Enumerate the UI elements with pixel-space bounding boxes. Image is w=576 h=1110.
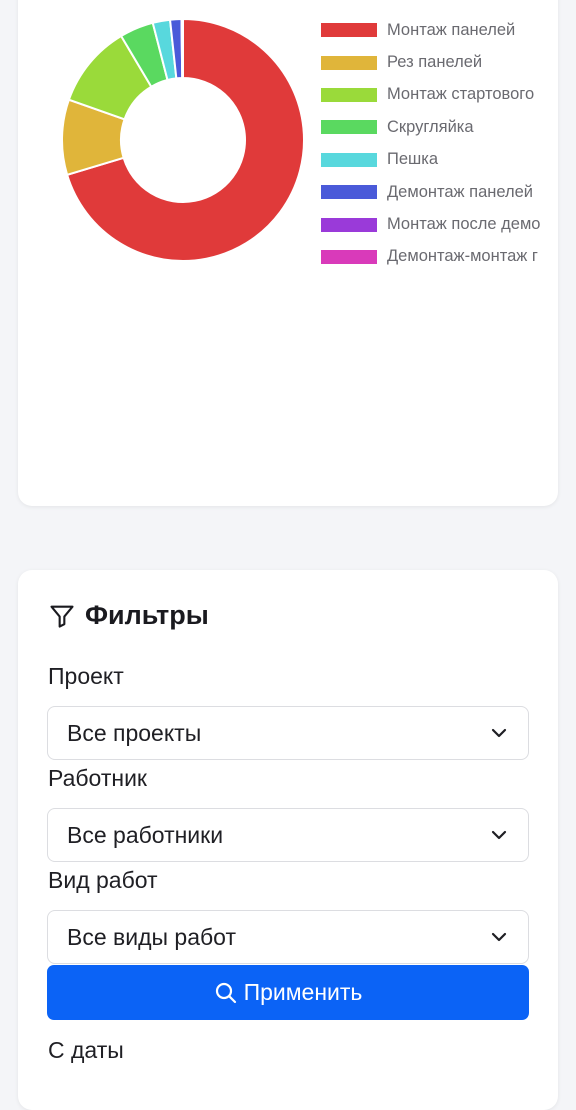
legend-label: Скругляйка	[387, 117, 474, 136]
date-from-label: С даты	[48, 1037, 124, 1063]
legend-label: Пешка	[387, 150, 439, 169]
legend-item-montazh-paneley[interactable]: Монтаж панелей	[321, 14, 551, 46]
legend-swatch	[321, 23, 377, 38]
donut-slice-7[interactable]	[181, 18, 184, 80]
legend-label: Демонтаж-монтаж г	[387, 247, 538, 266]
legend-swatch	[321, 120, 377, 135]
legend-swatch	[321, 185, 377, 200]
project-select[interactable]: Все проекты	[47, 706, 529, 760]
chevron-down-icon	[491, 728, 507, 738]
work-type-label: Вид работ	[48, 867, 158, 893]
legend-item-montazh-posle-demo[interactable]: Монтаж после демо	[321, 208, 551, 240]
chart-legend: Монтаж панелей Рез панелей Монтаж старто…	[321, 14, 551, 273]
legend-swatch	[321, 249, 377, 264]
filters-card: Фильтры Проект Все проекты Работник Все …	[18, 570, 558, 1110]
legend-label: Монтаж после демо	[387, 215, 541, 234]
legend-item-demontazh-paneley[interactable]: Демонтаж панелей	[321, 176, 551, 208]
legend-item-demontazh-montazh[interactable]: Демонтаж-монтаж г	[321, 241, 551, 273]
apply-button[interactable]: Применить	[47, 965, 529, 1020]
legend-label: Рез панелей	[387, 53, 483, 72]
chevron-down-icon	[491, 932, 507, 942]
work-type-select[interactable]: Все виды работ	[47, 910, 529, 964]
donut-chart	[61, 18, 305, 262]
work-types-chart-card: Монтаж панелей Рез панелей Монтаж старто…	[18, 0, 558, 506]
legend-swatch	[321, 152, 377, 167]
worker-label: Работник	[48, 765, 147, 791]
chevron-down-icon	[491, 830, 507, 840]
legend-item-montazh-startovogo[interactable]: Монтаж стартового	[321, 79, 551, 111]
work-type-select-value: Все виды работ	[67, 924, 237, 950]
legend-label: Монтаж стартового	[387, 85, 535, 104]
legend-swatch	[321, 55, 377, 70]
legend-item-rez-paneley[interactable]: Рез панелей	[321, 46, 551, 78]
search-icon	[215, 982, 236, 1003]
legend-item-peshka[interactable]: Пешка	[321, 144, 551, 176]
legend-item-skruglyayka[interactable]: Скругляйка	[321, 111, 551, 143]
legend-swatch	[321, 87, 377, 102]
legend-label: Монтаж панелей	[387, 20, 516, 39]
filter-icon	[50, 605, 74, 628]
worker-select[interactable]: Все работники	[47, 808, 529, 862]
project-select-value: Все проекты	[67, 720, 202, 746]
worker-select-value: Все работники	[67, 822, 224, 848]
filters-heading: Фильтры	[48, 600, 209, 631]
legend-label: Демонтаж панелей	[387, 182, 534, 201]
filters-title: Фильтры	[85, 600, 209, 630]
project-label: Проект	[48, 663, 124, 689]
apply-button-label: Применить	[243, 979, 363, 1005]
legend-swatch	[321, 217, 377, 232]
